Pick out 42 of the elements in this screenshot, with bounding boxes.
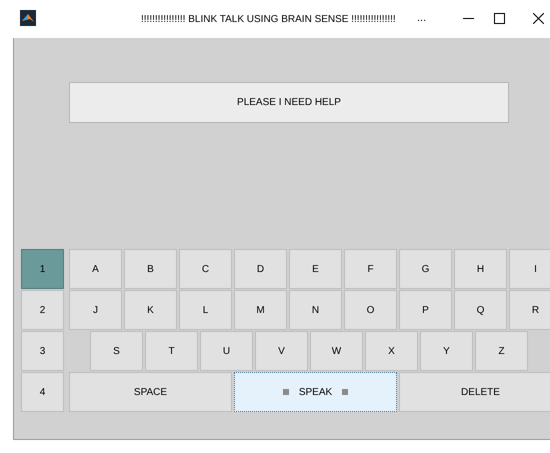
letter-key[interactable]: K xyxy=(124,290,177,330)
letter-key[interactable]: A xyxy=(69,249,122,289)
letter-key[interactable]: P xyxy=(399,290,452,330)
action-button[interactable]: DELETE xyxy=(399,372,550,412)
row-select-button[interactable]: 3 xyxy=(21,331,64,371)
letter-key[interactable]: H xyxy=(454,249,507,289)
letter-key[interactable]: M xyxy=(234,290,287,330)
letter-key[interactable]: Q xyxy=(454,290,507,330)
message-display: PLEASE I NEED HELP xyxy=(69,82,509,123)
letter-key[interactable]: R xyxy=(509,290,550,330)
close-icon[interactable] xyxy=(533,13,544,24)
letter-key[interactable]: S xyxy=(90,331,143,371)
letter-key[interactable]: L xyxy=(179,290,232,330)
letter-key[interactable]: N xyxy=(289,290,342,330)
letter-key[interactable]: X xyxy=(365,331,418,371)
letter-key[interactable]: V xyxy=(255,331,308,371)
action-button[interactable]: SPEAK xyxy=(234,372,397,412)
row-select-button[interactable]: 1 xyxy=(21,249,64,289)
app-logo-icon xyxy=(20,10,36,26)
letter-key[interactable]: W xyxy=(310,331,363,371)
letter-key[interactable]: U xyxy=(200,331,253,371)
square-icon xyxy=(342,389,348,395)
window-title: !!!!!!!!!!!!!!!! BLINK TALK USING BRAIN SENSE !!!!!!!!!!!!!!!! xyxy=(141,13,396,27)
square-icon xyxy=(282,389,289,395)
letter-key[interactable]: D xyxy=(234,249,287,289)
letter-key[interactable]: Y xyxy=(420,331,473,371)
letter-key[interactable]: J xyxy=(69,290,122,330)
letter-key[interactable]: I xyxy=(509,249,550,289)
row-select-button[interactable]: 2 xyxy=(21,290,64,330)
letter-key[interactable]: F xyxy=(344,249,397,289)
more-button[interactable]: ... xyxy=(417,10,426,26)
letter-key[interactable]: B xyxy=(124,249,177,289)
maximize-icon[interactable] xyxy=(494,13,505,24)
minimize-icon[interactable] xyxy=(463,18,474,20)
letter-key[interactable]: Z xyxy=(475,331,528,371)
letter-key[interactable]: O xyxy=(344,290,397,330)
letter-key[interactable]: E xyxy=(289,249,342,289)
letter-key[interactable]: G xyxy=(399,249,452,289)
row-select-button[interactable]: 4 xyxy=(21,372,64,412)
letter-key[interactable]: C xyxy=(179,249,232,289)
action-button[interactable]: SPACE xyxy=(69,372,232,412)
letter-key[interactable]: T xyxy=(145,331,198,371)
